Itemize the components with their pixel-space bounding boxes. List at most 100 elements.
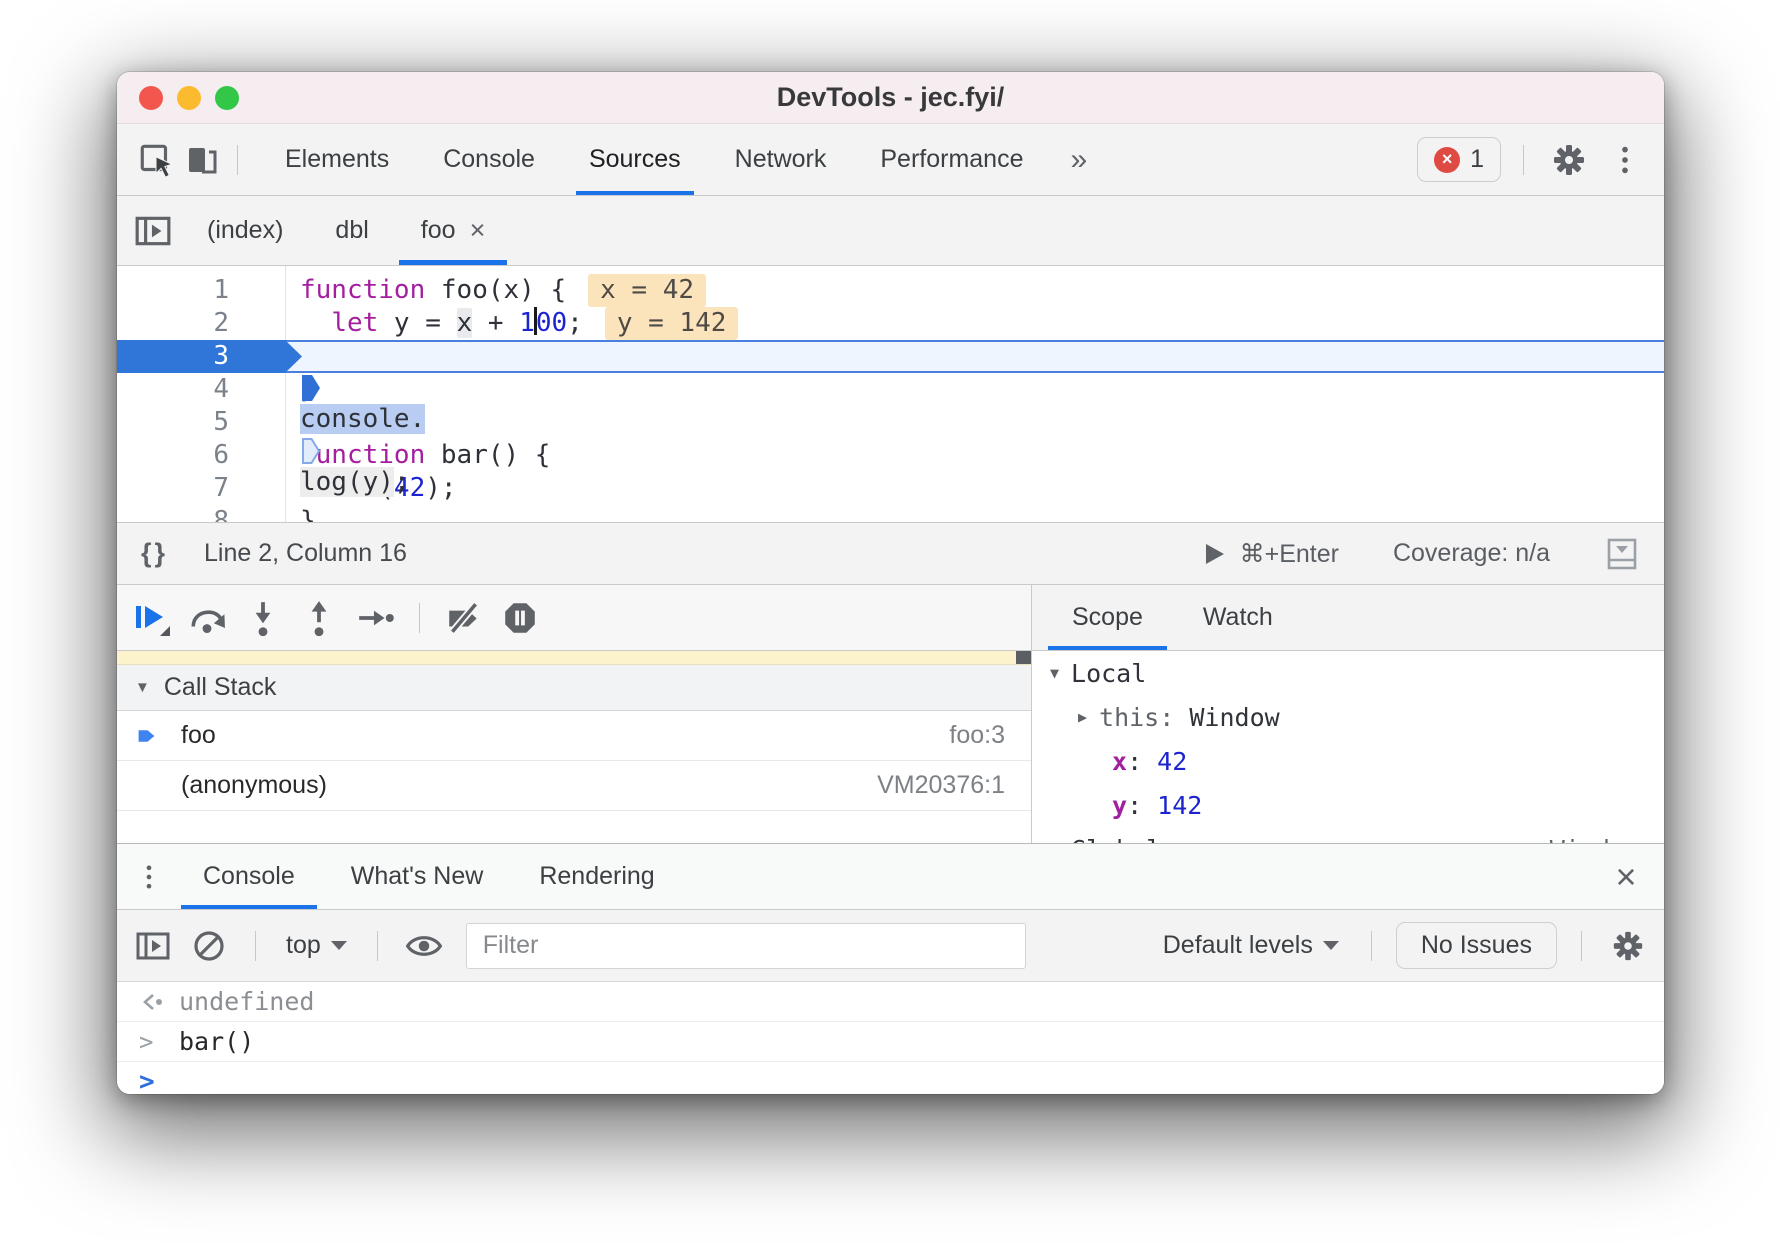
settings-button[interactable] [1546,137,1592,183]
console-filter-input[interactable] [466,923,1026,969]
pretty-print-button[interactable]: {} [141,538,168,569]
drawer-tab-console[interactable]: Console [175,844,323,909]
frame-location: VM20376:1 [877,771,1005,800]
navigator-toggle-button[interactable] [125,196,181,265]
error-icon: × [1434,147,1460,173]
scope-tab-bar: Scope Watch [1032,585,1664,651]
hovered-variable[interactable]: x [457,308,473,338]
drawer-menu-button[interactable] [123,844,175,909]
scope-entry-this[interactable]: ▶ this: Window [1032,695,1664,739]
pane-resize-handle[interactable] [1016,651,1031,664]
file-tab-dbl[interactable]: dbl [309,196,394,265]
call-stack-frame-anonymous[interactable]: (anonymous) VM20376:1 [117,761,1031,811]
console-input-text: bar() [179,1027,254,1056]
clear-console-button[interactable] [187,924,231,968]
tab-elements[interactable]: Elements [258,124,416,195]
line-number-6[interactable]: 6 [117,439,285,472]
main-menu-button[interactable] [1602,137,1648,183]
close-drawer-button[interactable]: × [1594,844,1658,909]
toolbar-divider [1371,931,1372,961]
selected-token: console. [300,404,425,434]
separator: : [1127,791,1157,820]
tab-console[interactable]: Console [416,124,562,195]
returned-value-icon [139,992,179,1012]
code-editor[interactable]: 1 function foo(x) {x = 42 2 let y = x + … [117,266,1664,522]
line-number-2[interactable]: 2 [117,307,285,340]
console-sidebar-toggle-button[interactable] [131,924,175,968]
tab-watch[interactable]: Watch [1173,585,1303,650]
step-button[interactable] [351,594,399,642]
minimize-window-button[interactable] [177,86,201,110]
console-prompt-row[interactable]: > [117,1062,1664,1094]
step-into-button[interactable] [239,594,287,642]
file-tab-label: dbl [335,216,368,245]
live-expression-button[interactable] [402,924,446,968]
zoom-window-button[interactable] [215,86,239,110]
file-tab-index[interactable]: (index) [181,196,309,265]
run-snippet-icon [1204,542,1226,566]
code-token: y = [378,308,456,338]
code-content: } [285,373,1664,406]
pause-on-exceptions-icon [501,599,539,637]
scope-section-global[interactable]: ▶ Global Window [1032,827,1664,843]
separator: : [1159,703,1189,732]
tab-scope[interactable]: Scope [1042,585,1173,650]
call-stack-header[interactable]: ▼ Call Stack [117,665,1031,711]
log-levels-label: Default levels [1163,931,1313,960]
gear-icon [1611,929,1645,963]
scope-content: ▼ Local ▶ this: Window x: 42 y: 142 ▶ Gl… [1032,651,1664,843]
line-number-5[interactable]: 5 [117,406,285,439]
devtools-window: DevTools - jec.fyi/ Elements Console Sou… [117,72,1664,1094]
toolbar-divider [1581,931,1582,961]
console-settings-button[interactable] [1606,924,1650,968]
device-toolbar-button[interactable] [179,137,225,183]
console-result-row: undefined [117,982,1664,1022]
continue-to-marker-solid-icon[interactable] [301,373,321,403]
inspect-element-button[interactable] [133,137,179,183]
frame-location: foo:3 [949,721,1005,750]
prompt-chevron-icon: > [139,1067,179,1094]
error-badge[interactable]: × 1 [1417,137,1501,182]
tab-network[interactable]: Network [708,124,854,195]
dock-panel-icon[interactable] [1604,536,1640,572]
chevron-right-icon: ▶ [1078,708,1087,726]
console-toolbar: top Default levels No Issues [117,910,1664,982]
console-output[interactable]: undefined > bar() > [117,982,1664,1094]
number-token: 00 [536,308,567,338]
continue-to-marker-hollow-icon[interactable] [301,436,321,466]
resume-button[interactable] [127,594,175,642]
toolbar-right-cluster: × 1 [1417,137,1648,183]
context-label: top [286,931,321,960]
execution-line-number[interactable]: 3 [117,340,302,373]
line-number-7[interactable]: 7 [117,472,285,505]
tab-sources[interactable]: Sources [562,124,708,195]
drawer-tab-rendering[interactable]: Rendering [511,844,682,909]
deactivate-breakpoints-button[interactable] [440,594,488,642]
main-toolbar: Elements Console Sources Network Perform… [117,124,1664,196]
pause-on-exceptions-button[interactable] [496,594,544,642]
issues-button[interactable]: No Issues [1396,922,1557,969]
tab-performance[interactable]: Performance [853,124,1050,195]
step-over-button[interactable] [183,594,231,642]
file-tab-label: (index) [207,216,283,245]
error-x-glyph: × [1442,149,1453,170]
step-out-button[interactable] [295,594,343,642]
close-window-button[interactable] [139,86,163,110]
code-content: let y = x + 100;y = 142 [285,307,1664,340]
close-tab-button[interactable]: × [470,215,486,246]
call-stack-frame-foo[interactable]: foo foo:3 [117,711,1031,761]
navigator-toggle-icon [134,212,172,250]
scope-entry-y[interactable]: y: 142 [1032,783,1664,827]
drawer-tab-whats-new[interactable]: What's New [323,844,512,909]
clear-console-icon [191,928,227,964]
line-number-8[interactable]: 8 [117,505,285,522]
context-selector[interactable]: top [280,931,353,960]
inline-value-hint: x = 42 [588,274,706,307]
file-tab-foo[interactable]: foo × [395,196,512,265]
line-number-1[interactable]: 1 [117,274,285,307]
scope-section-local[interactable]: ▼ Local [1032,651,1664,695]
line-number-4[interactable]: 4 [117,373,285,406]
more-tabs-button[interactable]: » [1050,143,1107,177]
log-levels-dropdown[interactable]: Default levels [1155,931,1347,960]
scope-entry-x[interactable]: x: 42 [1032,739,1664,783]
